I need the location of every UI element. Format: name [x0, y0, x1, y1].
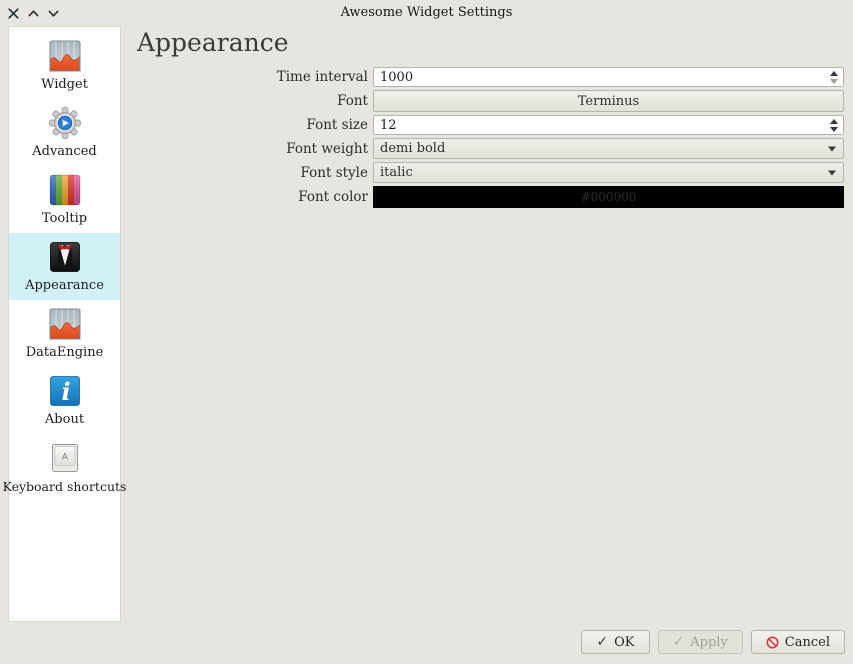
font-button-value: Terminus [578, 94, 639, 109]
spin-down-icon[interactable] [830, 127, 838, 132]
font-weight-label: Font weight [140, 141, 370, 157]
sidebar-item-tooltip[interactable]: Tooltip [9, 166, 120, 233]
appearance-form: Time interval Font Terminus Font size Fo… [140, 67, 844, 208]
sidebar-item-about[interactable]: About [9, 367, 120, 434]
font-size-label: Font size [140, 117, 370, 133]
font-weight-dropdown[interactable]: demi bold [373, 138, 844, 159]
spin-up-icon[interactable] [830, 71, 838, 76]
sidebar-item-label: Appearance [25, 278, 104, 293]
sidebar-item-widget[interactable]: Widget [9, 32, 120, 99]
caret-down-icon [828, 170, 836, 175]
font-style-value: italic [380, 165, 413, 180]
sidebar: Widget Advanced Tooltip Appearance DataE… [8, 26, 121, 622]
spinner-arrows [830, 116, 838, 134]
color-stripes-icon [49, 174, 81, 206]
font-label: Font [140, 93, 370, 109]
apply-button: ✓ Apply [658, 630, 743, 654]
apply-button-label: Apply [690, 635, 728, 650]
sidebar-item-advanced[interactable]: Advanced [9, 99, 120, 166]
sidebar-item-label: Tooltip [42, 211, 87, 226]
spinner-arrows [830, 68, 838, 86]
tuxedo-icon [49, 241, 81, 273]
ok-button-label: OK [614, 635, 634, 650]
ok-button[interactable]: ✓ OK [581, 630, 649, 654]
font-color-button[interactable]: #000000 [373, 186, 844, 208]
chart-icon [49, 40, 81, 72]
check-icon: ✓ [596, 634, 608, 650]
sidebar-item-label: DataEngine [26, 345, 104, 360]
titlebar: Awesome Widget Settings [0, 0, 853, 26]
keyboard-key-icon [49, 442, 81, 474]
font-size-spinbox [373, 115, 844, 135]
check-icon: ✓ [673, 634, 685, 650]
font-button[interactable]: Terminus [373, 90, 844, 112]
chart-icon [49, 308, 81, 340]
info-icon [49, 375, 81, 407]
cancel-button-label: Cancel [785, 635, 830, 650]
spin-down-icon[interactable] [830, 79, 838, 84]
cancel-button[interactable]: Cancel [751, 630, 845, 654]
font-weight-value: demi bold [380, 141, 445, 156]
time-interval-label: Time interval [140, 69, 370, 85]
sidebar-item-label: Widget [41, 77, 88, 92]
time-interval-input[interactable] [374, 68, 843, 86]
spin-up-icon[interactable] [830, 119, 838, 124]
font-color-label: Font color [140, 189, 370, 205]
sidebar-item-dataengine[interactable]: DataEngine [9, 300, 120, 367]
sidebar-item-label: About [45, 412, 84, 427]
time-interval-spinbox [373, 67, 844, 87]
font-style-dropdown[interactable]: italic [373, 162, 844, 183]
sidebar-item-keyboard-shortcuts[interactable]: Keyboard shortcuts [9, 434, 120, 501]
window-title: Awesome Widget Settings [0, 0, 853, 25]
font-color-value: #000000 [581, 190, 637, 204]
caret-down-icon [828, 146, 836, 151]
dialog-footer: ✓ OK ✓ Apply Cancel [581, 630, 845, 654]
no-entry-icon [766, 636, 779, 649]
sidebar-item-appearance[interactable]: Appearance [9, 233, 120, 300]
sidebar-item-label: Keyboard shortcuts [3, 479, 127, 494]
font-style-label: Font style [140, 165, 370, 181]
gear-icon [49, 107, 81, 139]
font-size-input[interactable] [374, 116, 843, 134]
sidebar-item-label: Advanced [32, 144, 96, 159]
page-title: Appearance [137, 28, 289, 57]
